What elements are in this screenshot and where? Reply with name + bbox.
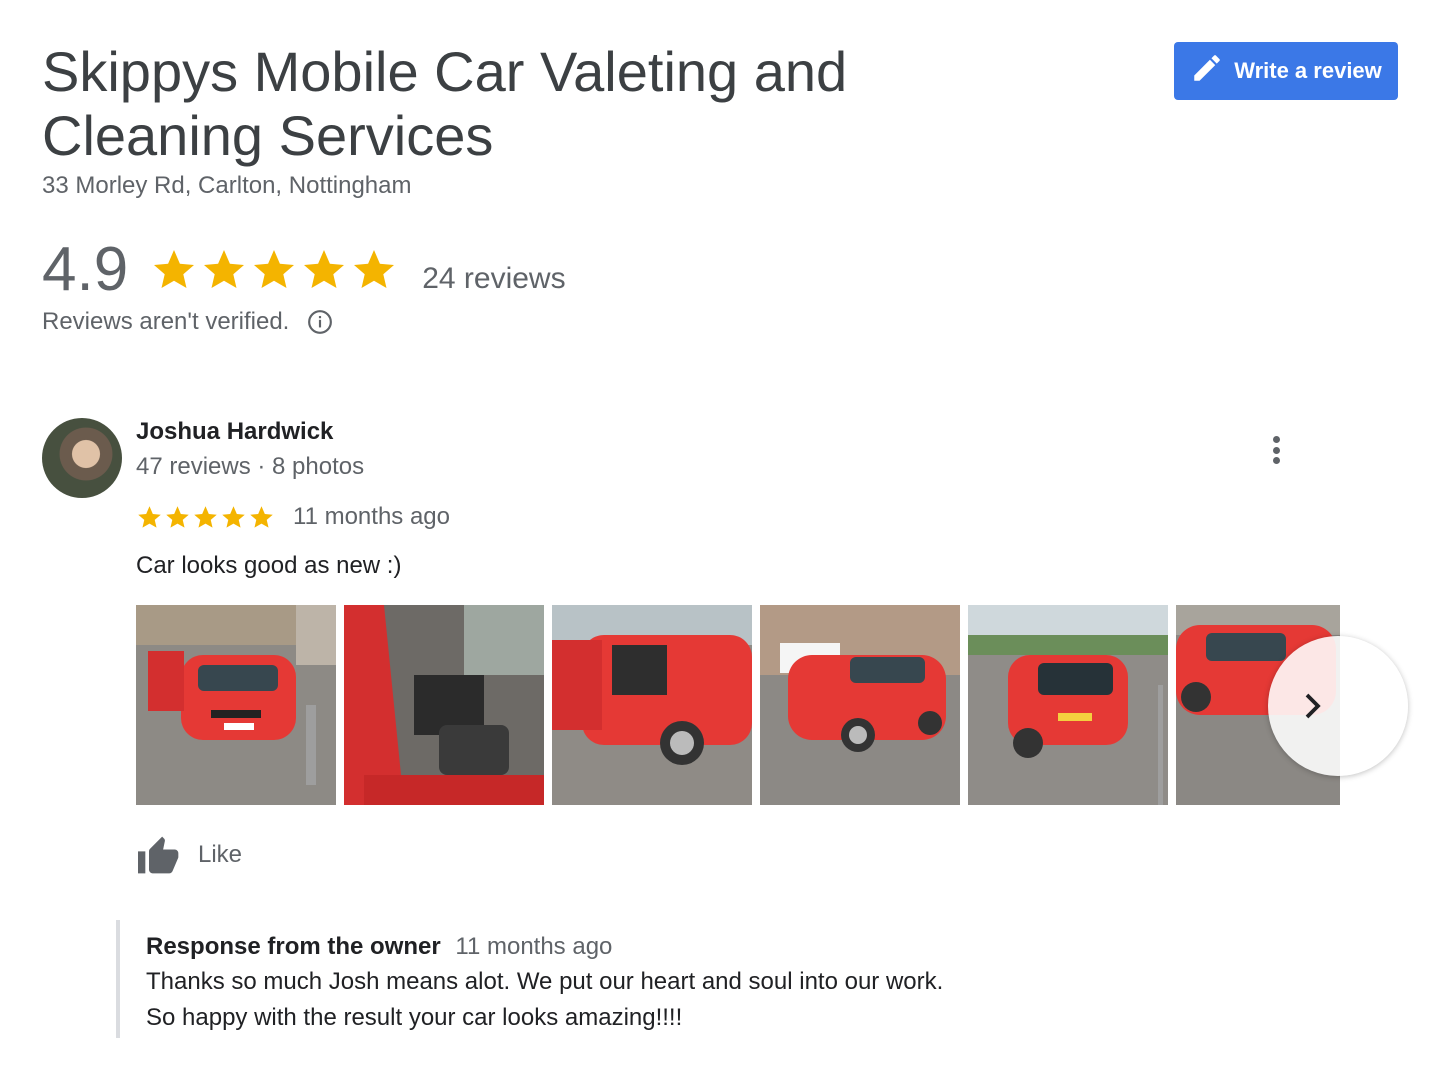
owner-response-line-1: Thanks so much Josh means alot. We put o… — [146, 968, 944, 995]
review-time: 11 months ago — [293, 503, 450, 530]
chevron-right-icon — [1305, 693, 1321, 719]
review-photo[interactable] — [136, 605, 336, 805]
review-photo[interactable] — [344, 605, 544, 805]
review-photo[interactable] — [968, 605, 1168, 805]
star-icon — [354, 250, 395, 288]
reviewer-meta: 47 reviews · 8 photos — [136, 453, 365, 480]
review-photos — [136, 605, 1340, 805]
owner-response-label: Response from the owner — [146, 933, 441, 960]
rating-value: 4.9 — [42, 235, 129, 304]
star-icon — [250, 505, 273, 528]
avatar[interactable] — [42, 418, 122, 498]
unverified-label: Reviews aren't verified. — [42, 308, 290, 335]
review-photo[interactable] — [552, 605, 752, 805]
thumb-up-icon — [138, 836, 179, 874]
unverified-note: Reviews aren't verified. — [42, 308, 333, 336]
like-label: Like — [198, 841, 243, 868]
star-icon — [166, 505, 189, 528]
rating-stars — [150, 246, 398, 294]
star-icon — [194, 505, 217, 528]
next-photos-button[interactable] — [1268, 636, 1408, 776]
star-icon — [204, 250, 245, 288]
business-title: Skippys Mobile Car Valeting and Cleaning… — [42, 40, 848, 167]
owner-response-line-2: So happy with the result your car looks … — [146, 1004, 683, 1031]
like-button[interactable]: Like — [136, 832, 242, 878]
review-rating-row: 11 months ago — [136, 500, 450, 534]
owner-response-time: 11 months ago — [455, 933, 613, 960]
star-icon — [154, 250, 195, 288]
write-review-label: Write a review — [1234, 58, 1382, 83]
star-icon — [304, 250, 345, 288]
reviewer-name[interactable]: Joshua Hardwick — [136, 418, 333, 446]
owner-response: Response from the owner 11 months ago Th… — [116, 920, 1116, 1038]
review-count[interactable]: 24 reviews — [422, 244, 565, 296]
more-vert-icon[interactable] — [1262, 432, 1290, 468]
review-text: Car looks good as new :) — [136, 552, 402, 579]
write-review-button[interactable]: Write a review — [1174, 42, 1398, 100]
info-icon[interactable] — [307, 309, 333, 335]
star-icon — [254, 250, 295, 288]
star-icon — [138, 505, 161, 528]
review-photo[interactable] — [760, 605, 960, 805]
star-icon — [222, 505, 245, 528]
rating-summary: 4.9 24 reviews — [42, 232, 566, 308]
edit-pencil-icon — [1190, 51, 1224, 91]
business-address: 33 Morley Rd, Carlton, Nottingham — [42, 172, 412, 199]
review-stars — [136, 504, 275, 531]
